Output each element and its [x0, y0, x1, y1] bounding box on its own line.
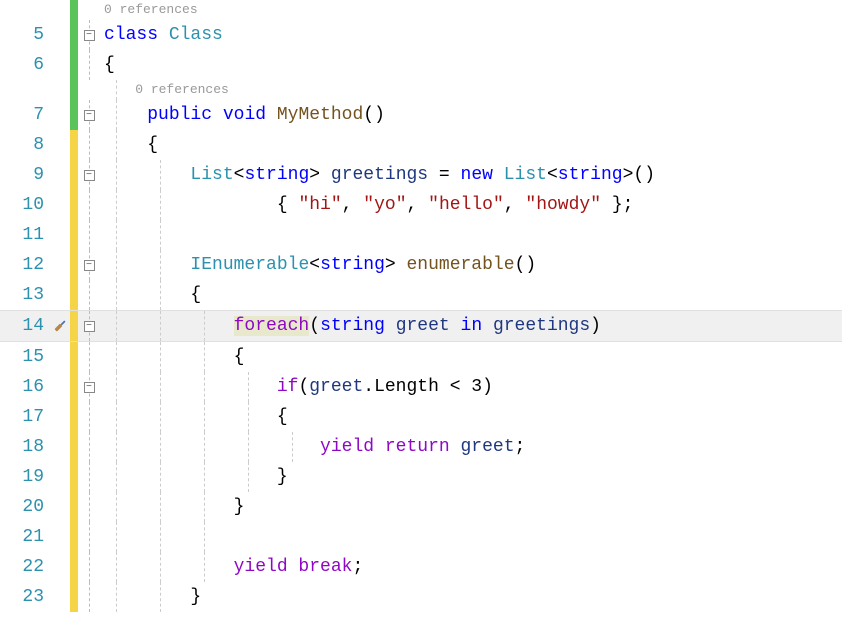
code-line[interactable]: 16 − if(greet.Length < 3): [0, 372, 842, 402]
line-number: 22: [0, 552, 50, 582]
line-number: 15: [0, 342, 50, 372]
code-line[interactable]: 13 {: [0, 280, 842, 310]
code-content[interactable]: class Class: [100, 20, 842, 50]
code-editor[interactable]: 0 references 5 − class Class 6 { 0 refer…: [0, 0, 842, 631]
change-marker: [70, 20, 78, 50]
codelens-references[interactable]: 0 references: [104, 2, 198, 17]
fold-column: −: [78, 20, 100, 50]
quick-action-gutter: [50, 20, 70, 50]
code-line-current[interactable]: 14 − foreach(string greet in greetings): [0, 310, 842, 342]
code-line[interactable]: 20 }: [0, 492, 842, 522]
line-number: 20: [0, 492, 50, 522]
codelens-references[interactable]: 0 references: [135, 82, 229, 97]
line-number: 13: [0, 280, 50, 310]
change-marker: [70, 0, 78, 20]
fold-toggle[interactable]: −: [84, 382, 95, 393]
line-number: 17: [0, 402, 50, 432]
codelens-row: 0 references: [0, 0, 842, 20]
line-number: 12: [0, 250, 50, 280]
code-line[interactable]: 5 − class Class: [0, 20, 842, 50]
line-number: 14: [0, 311, 50, 341]
fold-toggle[interactable]: −: [84, 260, 95, 271]
line-number: 9: [0, 160, 50, 190]
line-number: 8: [0, 130, 50, 160]
code-line[interactable]: 11: [0, 220, 842, 250]
code-line[interactable]: 18 yield return greet;: [0, 432, 842, 462]
line-number: 5: [0, 20, 50, 50]
line-number: 7: [0, 100, 50, 130]
code-line[interactable]: 21: [0, 522, 842, 552]
screwdriver-icon: [50, 316, 70, 336]
code-line[interactable]: 8 {: [0, 130, 842, 160]
code-line[interactable]: 15 {: [0, 342, 842, 372]
line-number: 10: [0, 190, 50, 220]
code-line[interactable]: 22 yield break;: [0, 552, 842, 582]
fold-toggle[interactable]: −: [84, 110, 95, 121]
line-number: 11: [0, 220, 50, 250]
code-line[interactable]: 12 − IEnumerable<string> enumerable(): [0, 250, 842, 280]
quick-action-gutter[interactable]: [50, 311, 70, 341]
fold-toggle[interactable]: −: [84, 30, 95, 41]
code-line[interactable]: 9 − List<string> greetings = new List<st…: [0, 160, 842, 190]
line-number: 23: [0, 582, 50, 612]
line-number: 18: [0, 432, 50, 462]
codelens-row: 0 references: [0, 80, 842, 100]
code-line[interactable]: 17 {: [0, 402, 842, 432]
fold-toggle[interactable]: −: [84, 321, 95, 332]
line-number: 16: [0, 372, 50, 402]
code-line[interactable]: 7 − public void MyMethod(): [0, 100, 842, 130]
code-line[interactable]: 19 }: [0, 462, 842, 492]
line-number: 19: [0, 462, 50, 492]
selected-keyword: foreach: [234, 316, 310, 336]
code-line[interactable]: 6 {: [0, 50, 842, 80]
code-line[interactable]: 23 }: [0, 582, 842, 612]
line-number: 6: [0, 50, 50, 80]
line-number: 21: [0, 522, 50, 552]
fold-toggle[interactable]: −: [84, 170, 95, 181]
code-line[interactable]: 10 { "hi", "yo", "hello", "howdy" };: [0, 190, 842, 220]
